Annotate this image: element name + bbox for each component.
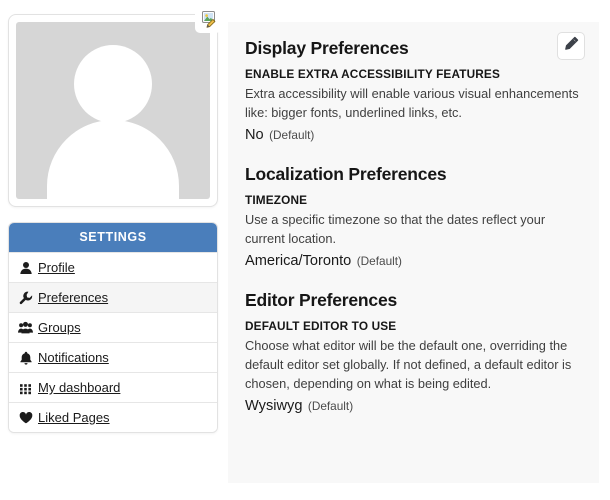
field-label: TIMEZONE <box>245 193 308 208</box>
section-display-preferences: Display Preferences ENABLE EXTRA ACCESSI… <box>245 38 579 146</box>
sidebar-item-profile[interactable]: Profile <box>9 252 217 282</box>
wrench-icon <box>18 290 33 305</box>
settings-preferences-page: SETTINGS Profile Preferences Groups Noti… <box>0 0 610 500</box>
sidebar-item-notifications[interactable]: Notifications <box>9 342 217 372</box>
bell-icon <box>18 350 33 365</box>
field-value-row: Wysiwyg (Default) <box>245 395 579 417</box>
field-value: America/Toronto <box>245 253 352 270</box>
sidebar-item-label: My dashboard <box>38 380 121 395</box>
edit-preferences-button[interactable] <box>557 32 585 60</box>
sidebar-item-groups[interactable]: Groups <box>9 312 217 342</box>
field-value-row: America/Toronto (Default) <box>245 250 579 272</box>
avatar-head-shape <box>74 45 152 123</box>
section-title: Display Preferences <box>245 38 409 58</box>
user-icon <box>18 260 33 275</box>
sidebar-item-label: Profile <box>38 260 75 275</box>
sidebar-item-liked-pages[interactable]: Liked Pages <box>9 402 217 432</box>
field-default-note: (Default) <box>307 399 354 414</box>
preferences-panel: Display Preferences ENABLE EXTRA ACCESSI… <box>228 22 599 483</box>
settings-nav-card: SETTINGS Profile Preferences Groups Noti… <box>8 222 218 433</box>
section-editor-preferences: Editor Preferences DEFAULT EDITOR TO USE… <box>245 290 579 417</box>
pencil-icon <box>564 36 579 56</box>
grid-icon <box>18 380 33 395</box>
avatar-body-shape <box>47 120 179 199</box>
avatar-edit-button[interactable] <box>195 9 221 33</box>
section-title: Localization Preferences <box>245 164 447 185</box>
field-default-note: (Default) <box>356 254 402 269</box>
avatar-image <box>16 22 210 199</box>
section-localization-preferences: Localization Preferences TIMEZONE Use a … <box>245 164 579 272</box>
image-edit-icon <box>199 9 218 33</box>
field-value-row: No (Default) <box>245 124 579 146</box>
field-label: ENABLE EXTRA ACCESSIBILITY FEATURES <box>245 67 500 82</box>
profile-avatar-card <box>8 9 221 207</box>
sidebar-item-label: Groups <box>38 320 81 335</box>
sidebar-item-my-dashboard[interactable]: My dashboard <box>9 372 217 402</box>
sidebar-item-label: Notifications <box>38 350 109 365</box>
sidebar-item-label: Preferences <box>38 290 109 305</box>
field-description: Choose what editor will be the default o… <box>245 338 572 391</box>
field-label: DEFAULT EDITOR TO USE <box>245 319 397 334</box>
sidebar-item-label: Liked Pages <box>38 410 110 425</box>
section-title: Editor Preferences <box>245 290 398 311</box>
left-column: SETTINGS Profile Preferences Groups Noti… <box>8 9 221 433</box>
users-group-icon <box>18 320 33 335</box>
heart-icon <box>18 410 33 425</box>
field-description: Extra accessibility will enable various … <box>245 86 579 120</box>
sidebar-item-preferences[interactable]: Preferences <box>9 282 217 312</box>
settings-nav-header: SETTINGS <box>9 223 217 252</box>
field-value: Wysiwyg <box>245 398 303 415</box>
field-value: No <box>245 127 264 144</box>
field-default-note: (Default) <box>269 128 315 143</box>
field-description: Use a specific timezone so that the date… <box>245 212 546 246</box>
